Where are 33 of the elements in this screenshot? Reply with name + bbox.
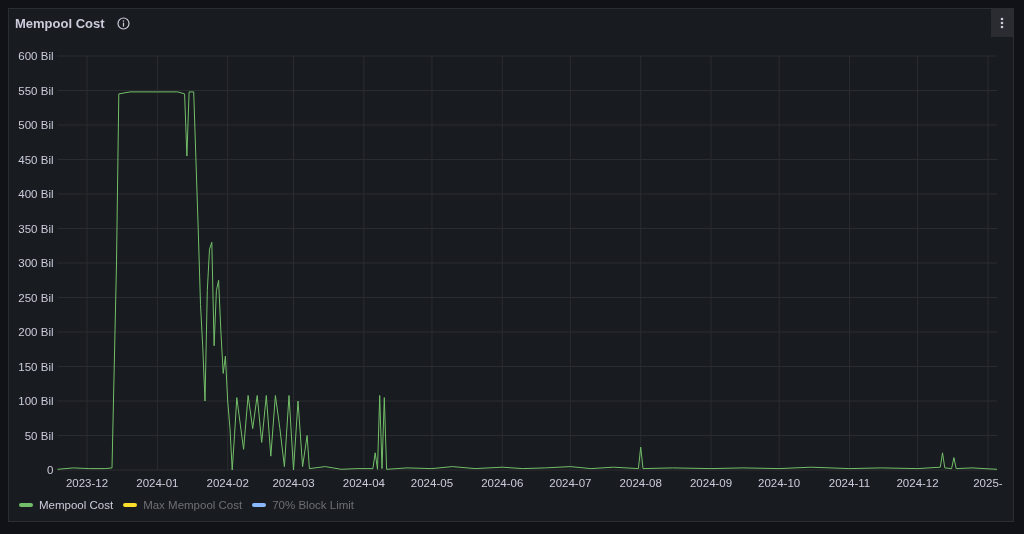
axis-label: 550 Bil — [18, 84, 54, 97]
axis-label: 250 Bil — [18, 291, 54, 304]
axis-label: 2024-03 — [272, 477, 315, 489]
axis-label: 500 Bil — [18, 119, 54, 131]
legend-label[interactable]: Max Mempool Cost — [143, 499, 243, 511]
kebab-menu-icon — [1000, 17, 1004, 29]
axis-label: 300 Bil — [18, 257, 54, 269]
axis-label: 2024-09 — [689, 477, 733, 489]
axis-label: 2024-07 — [549, 477, 592, 489]
axis-label: 2024-08 — [619, 477, 662, 489]
legend-label[interactable]: Mempool Cost — [39, 499, 114, 511]
axis-label: 450 Bil — [18, 153, 54, 166]
info-icon[interactable] — [116, 16, 130, 30]
axis-label: 2023-12 — [65, 477, 109, 489]
axis-label: 50 Bil — [24, 429, 54, 442]
axis-label: 600 Bil — [18, 50, 54, 62]
axis-label: 200 Bil — [18, 326, 54, 338]
axis-label: 2024-04 — [342, 477, 385, 489]
panel-title: Mempool Cost — [15, 15, 105, 31]
axis-label: 100 Bil — [18, 395, 54, 407]
axis-label: 2024-02 — [206, 477, 249, 489]
axis-label: 2024-10 — [758, 477, 801, 489]
axis-label: 2024-05 — [410, 477, 454, 489]
axis-label: 0 — [47, 464, 54, 476]
axis-label: 2024-11 — [828, 477, 871, 489]
axis-label: 2024-06 — [481, 477, 524, 489]
axis-label: 150 Bil — [18, 360, 54, 373]
axis-label: 400 Bil — [18, 188, 54, 200]
axis-label: 2025- — [973, 477, 1003, 489]
axis-label: 350 Bil — [18, 222, 54, 235]
axis-label: 2024-12 — [896, 477, 939, 489]
axis-label: 2024-01 — [136, 477, 179, 489]
legend-label[interactable]: 70% Block Limit — [272, 499, 354, 511]
